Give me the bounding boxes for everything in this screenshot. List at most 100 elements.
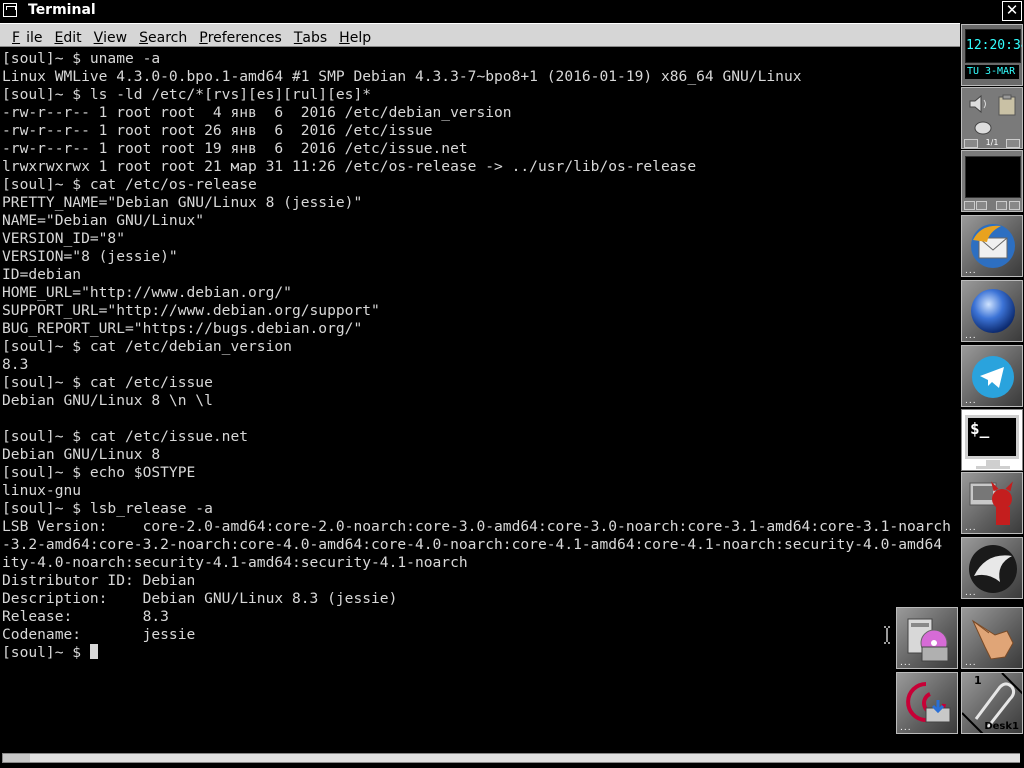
bsd-daemon-launcher[interactable]: ...	[961, 472, 1023, 534]
menu-help[interactable]: Help	[333, 27, 377, 46]
terminal-line: Codename: jessie	[2, 626, 196, 643]
menu-edit-mnemonic: E	[54, 30, 64, 46]
terminal-line: NAME="Debian GNU/Linux"	[2, 212, 205, 229]
telegram-launcher[interactable]: ...	[961, 345, 1023, 407]
mixer-prev-button[interactable]	[964, 139, 978, 148]
terminal-line: -rw-r--r-- 1 root root 4 янв 6 2016 /etc…	[2, 104, 512, 121]
pointing-hand-launcher[interactable]: ...	[961, 607, 1023, 669]
terminal-line: -rw-r--r-- 1 root root 26 янв 6 2016 /et…	[2, 122, 433, 139]
mouse-icon[interactable]	[970, 118, 996, 136]
browser-launcher[interactable]: ...	[961, 280, 1023, 342]
menu-preferences-label: references	[207, 30, 282, 46]
terminal-launcher[interactable]: $_	[961, 409, 1023, 471]
browser-dots: ...	[965, 331, 977, 341]
pager-button-1[interactable]	[964, 201, 975, 210]
menu-tabs-mnemonic: T	[293, 30, 303, 46]
thunderbird-launcher[interactable]: ...	[961, 215, 1023, 277]
desktop-switcher[interactable]: 1 Desk1	[961, 672, 1023, 734]
terminal-text: [soul]~ $ uname -a Linux WMLive 4.3.0-0.b…	[0, 48, 960, 662]
workspace-pager-dockapp[interactable]	[961, 150, 1023, 212]
menu-search[interactable]: Search	[133, 27, 193, 46]
menu-tabs-label: abs	[302, 30, 328, 46]
menu-view[interactable]: View	[88, 27, 134, 46]
telegram-icon	[972, 356, 1014, 398]
system-tools-launcher[interactable]: ...	[896, 607, 958, 669]
menubar: File Edit View Search Preferences Tabs Help	[0, 23, 960, 47]
menu-file-mnemonic: F	[12, 30, 21, 46]
ibeam-cursor-icon	[884, 626, 890, 644]
clipboard-icon[interactable]	[996, 94, 1018, 116]
terminal-line: Debian GNU/Linux 8	[2, 446, 161, 463]
terminal-line: Linux WMLive 4.3.0-0.bpo.1-amd64 #1 SMP …	[2, 68, 802, 85]
menu-edit[interactable]: Edit	[48, 27, 87, 46]
terminal-line: 8.3	[2, 356, 29, 373]
horizontal-scrollbar[interactable]	[0, 750, 1024, 768]
clock-date: 3-MAR	[985, 66, 1016, 77]
terminal-line: ity-4.0-noarch:security-4.1-amd64:securi…	[2, 554, 468, 571]
debian-installer-launcher[interactable]: ...	[896, 672, 958, 734]
scrollbar-thumb[interactable]	[30, 754, 1020, 762]
mixer-dockapp[interactable]: 1/1	[961, 87, 1023, 149]
terminal-line: [soul]~ $ cat /etc/issue.net	[2, 428, 249, 445]
clock-date-strip: TU 3-MAR	[965, 65, 1019, 79]
terminal-line: [soul]~ $ cat /etc/issue	[2, 374, 213, 391]
terminal-line: [soul]~ $ ls -ld /etc/*[rvs][es][rul][es…	[2, 86, 372, 103]
gimp-dots: ...	[965, 588, 977, 598]
terminal-output-area[interactable]: [soul]~ $ uname -a Linux WMLive 4.3.0-0.b…	[0, 48, 960, 750]
menu-search-label: earch	[148, 30, 188, 46]
menu-file[interactable]: File	[0, 24, 48, 46]
clock-day: TU	[967, 66, 980, 77]
terminal-line: BUG_REPORT_URL="https://bugs.debian.org/…	[2, 320, 363, 337]
terminal-line: SUPPORT_URL="http://www.debian.org/suppo…	[2, 302, 380, 319]
window-title: Terminal	[28, 2, 96, 18]
thunderbird-icon	[971, 224, 1015, 268]
terminal-line: ID=debian	[2, 266, 82, 283]
terminal-line: [soul]~ $ lsb_release -a	[2, 500, 213, 517]
bsd-daemon-dots: ...	[965, 523, 977, 533]
terminal-line: -rw-r--r-- 1 root root 19 янв 6 2016 /et…	[2, 140, 468, 157]
close-button[interactable]: ✕	[1002, 1, 1022, 21]
text-cursor	[89, 644, 98, 659]
terminal-line: HOME_URL="http://www.debian.org/"	[2, 284, 292, 301]
window-menu-icon[interactable]	[3, 3, 17, 17]
desk-number: 1	[974, 674, 982, 687]
debian-installer-dots: ...	[900, 723, 912, 733]
menu-help-label: elp	[349, 30, 372, 46]
gimp-launcher[interactable]: ...	[961, 537, 1023, 599]
menu-help-mnemonic: H	[339, 30, 350, 46]
thunderbird-dots: ...	[965, 266, 977, 276]
terminal-line: VERSION_ID="8"	[2, 230, 126, 247]
terminal-line: [soul]~ $	[2, 644, 960, 662]
clock-dockapp[interactable]: 12:20:34 TU 3-MAR	[961, 24, 1023, 86]
terminal-line: Description: Debian GNU/Linux 8.3 (jessi…	[2, 590, 398, 607]
pager-button-2[interactable]	[976, 201, 987, 210]
window-titlebar[interactable]: Terminal ✕	[0, 0, 1024, 23]
terminal-line: [soul]~ $ cat /etc/debian_version	[2, 338, 292, 355]
mixer-page-indicator: 1/1	[985, 138, 999, 147]
menu-preferences[interactable]: Preferences	[193, 27, 288, 46]
browser-globe-icon	[971, 289, 1015, 333]
speaker-icon[interactable]	[968, 94, 990, 114]
menu-tabs[interactable]: Tabs	[288, 27, 333, 46]
menu-preferences-mnemonic: P	[199, 30, 208, 46]
terminal-line: [soul]~ $ cat /etc/os-release	[2, 176, 257, 193]
pager-prev-button[interactable]	[996, 201, 1007, 210]
system-tools-dots: ...	[900, 658, 912, 668]
terminal-line: Debian GNU/Linux 8 \n \l	[2, 392, 213, 409]
mixer-next-button[interactable]	[1006, 139, 1020, 148]
terminal-line: Release: 8.3	[2, 608, 169, 625]
terminal-line: [soul]~ $ echo $OSTYPE	[2, 464, 196, 481]
pager-next-button[interactable]	[1009, 201, 1020, 210]
terminal-icon-base	[976, 466, 1010, 469]
terminal-icon: $_	[965, 415, 1019, 459]
menu-view-label: iew	[103, 30, 128, 46]
pager-screen	[965, 156, 1021, 198]
terminal-line: linux-gnu	[2, 482, 82, 499]
terminal-line: VERSION="8 (jessie)"	[2, 248, 178, 265]
clock-time: 12:20:34	[965, 29, 1022, 63]
terminal-line: [soul]~ $ uname -a	[2, 50, 161, 67]
terminal-line: PRETTY_NAME="Debian GNU/Linux 8 (jessie)…	[2, 194, 363, 211]
menu-view-mnemonic: V	[93, 30, 104, 46]
terminal-line: LSB Version: core-2.0-amd64:core-2.0-noa…	[2, 518, 951, 535]
